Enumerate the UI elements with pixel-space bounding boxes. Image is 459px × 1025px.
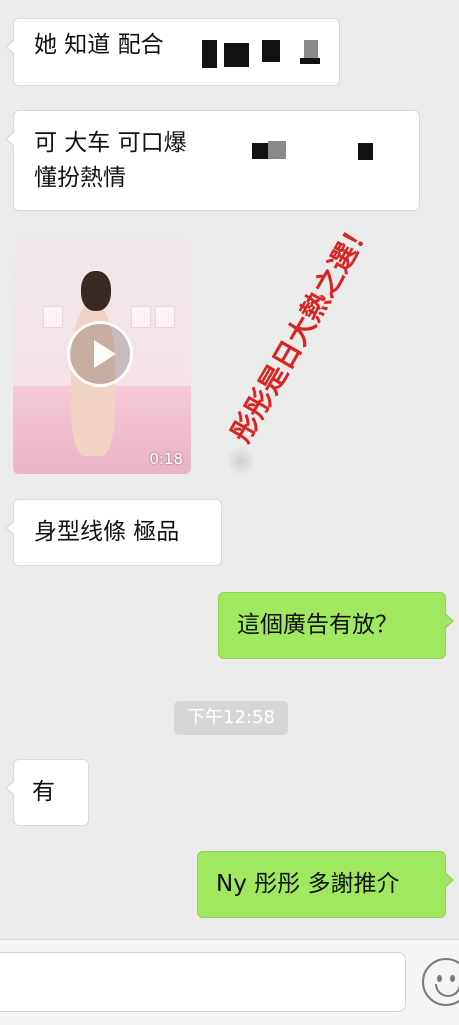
censor-block xyxy=(262,40,280,62)
message-bubble-received[interactable]: 有 xyxy=(5,759,89,826)
censor-block xyxy=(300,58,320,64)
censor-block xyxy=(358,143,373,160)
play-icon[interactable] xyxy=(67,321,133,387)
wall-frame xyxy=(131,306,151,328)
emoji-mouth xyxy=(435,984,459,997)
wall-frame xyxy=(155,306,175,328)
message-text: 她 知道 配合 xyxy=(34,32,164,58)
video-message[interactable]: 0:18 xyxy=(13,236,191,474)
timestamp-badge: 下午12:58 xyxy=(174,701,288,735)
video-duration: 0:18 xyxy=(149,450,183,468)
message-bubble-sent[interactable]: Ny 彤彤 多謝推介 xyxy=(197,851,454,918)
wall-frame xyxy=(43,306,63,328)
message-text: 身型线條 極品 xyxy=(34,519,180,545)
message-bubble-received[interactable]: 她 知道 配合 xyxy=(5,18,340,86)
message-bubble-received[interactable]: 身型线條 極品 xyxy=(5,499,222,566)
censor-block xyxy=(224,43,249,67)
message-text: 懂扮熱情 xyxy=(34,165,126,191)
video-thumbnail-person-head xyxy=(81,271,111,311)
message-text: 有 xyxy=(32,779,55,805)
message-text: 這個廣告有放？ xyxy=(237,612,398,638)
message-text: 可 大车 可口爆 xyxy=(34,130,187,156)
censor-block xyxy=(202,40,217,68)
censor-block xyxy=(304,40,318,58)
censor-block xyxy=(252,143,268,159)
smiley-face-icon[interactable] xyxy=(422,958,459,1006)
message-text: Ny 彤彤 多謝推介 xyxy=(216,871,400,897)
message-input-bar xyxy=(0,939,459,1025)
message-bubble-sent[interactable]: 這個廣告有放？ xyxy=(218,592,454,659)
overlay-caption: 彤彤是日大熱之選！ xyxy=(224,213,379,449)
emoji-eye xyxy=(437,975,442,982)
emoji-eye xyxy=(450,975,455,982)
message-input[interactable] xyxy=(0,952,406,1012)
blur-smudge xyxy=(228,444,254,478)
censor-block xyxy=(268,141,286,159)
message-bubble-received[interactable]: 可 大车 可口爆 懂扮熱情 xyxy=(5,110,420,211)
